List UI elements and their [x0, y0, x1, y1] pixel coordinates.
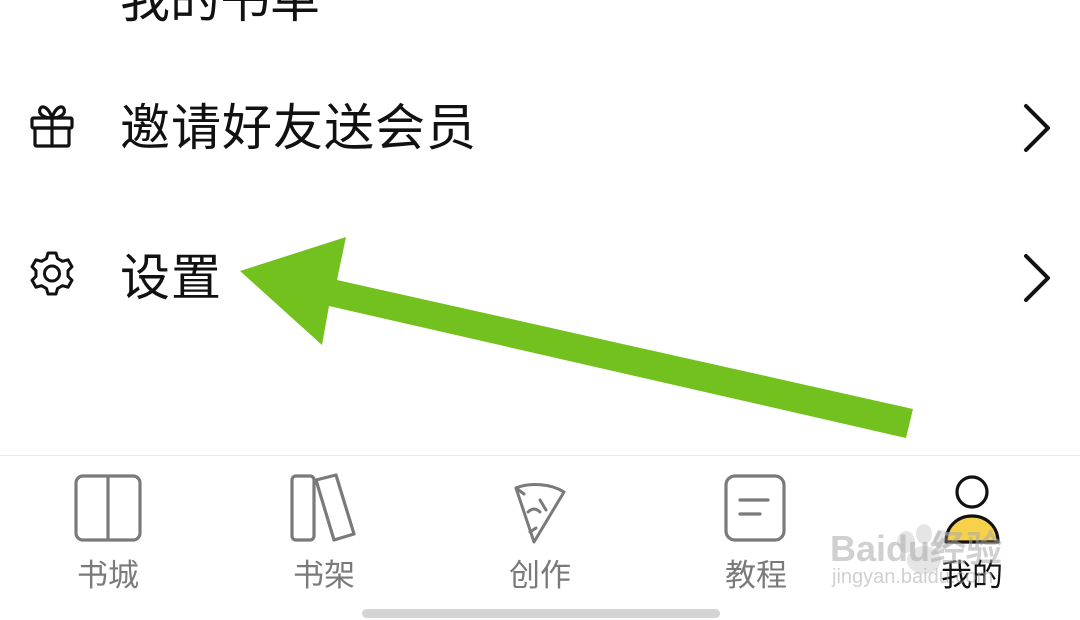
- partial-menu-label: 我的书单: [120, 0, 320, 29]
- document-icon: [716, 470, 796, 550]
- tab-bookshelf[interactable]: 书架: [216, 456, 432, 606]
- gift-icon: [26, 98, 78, 150]
- tab-label: 书架: [293, 558, 355, 594]
- tab-label: 教程: [725, 558, 787, 594]
- tab-bookstore[interactable]: 书城: [0, 456, 216, 606]
- menu-item-label: 邀请好友送会员: [120, 99, 477, 157]
- home-indicator[interactable]: [362, 609, 720, 618]
- menu-item-settings[interactable]: 设置: [0, 218, 1080, 338]
- chevron-right-icon: [1018, 250, 1058, 306]
- tab-label: 书城: [77, 558, 139, 594]
- pen-cone-icon: [500, 470, 580, 550]
- book-open-icon: [68, 470, 148, 550]
- menu-item-label: 设置: [120, 249, 222, 307]
- profile-icon: [932, 470, 1012, 550]
- tab-label: 创作: [509, 558, 571, 594]
- chevron-right-icon: [1018, 100, 1058, 156]
- tab-create[interactable]: 创作: [432, 456, 648, 606]
- tab-label: 我的: [941, 558, 1003, 594]
- bottom-tab-bar: 书城 书架 创作 教程 我的: [0, 455, 1080, 620]
- gear-icon: [26, 248, 78, 300]
- tab-mine[interactable]: 我的: [864, 456, 1080, 606]
- bookshelf-icon: [284, 470, 364, 550]
- menu-item-invite-friends[interactable]: 邀请好友送会员: [0, 68, 1080, 188]
- tab-tutorial[interactable]: 教程: [648, 456, 864, 606]
